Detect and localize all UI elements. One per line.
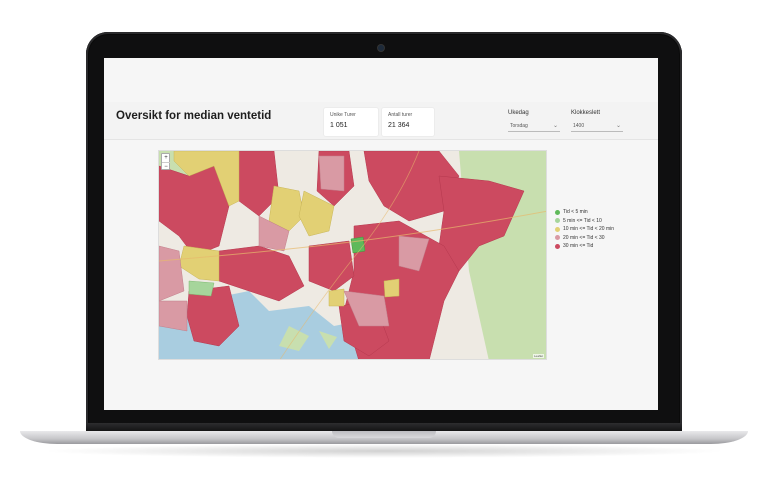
zoom-in-button[interactable]: +: [162, 154, 170, 162]
laptop-hinge: [86, 423, 682, 431]
legend-item: 10 min <= Tid < 20 min: [555, 225, 614, 234]
time-slicer-label: Klokkeslett: [571, 110, 601, 116]
weekday-slicer[interactable]: Torsdag ⌄: [508, 121, 560, 132]
region-10to20[interactable]: [328, 288, 345, 307]
weekday-slicer-label: Ukedag: [508, 110, 529, 116]
legend-label: 30 min <= Tid: [563, 243, 594, 250]
chevron-down-icon: ⌄: [615, 123, 621, 129]
laptop-shadow: [40, 444, 728, 458]
region-lt5[interactable]: [350, 236, 366, 254]
kpi-label: Unike Turer: [330, 112, 356, 118]
laptop-screen: Oversikt for median ventetid Unike Turer…: [104, 58, 658, 410]
choropleth-map[interactable]: + − Leaflet: [158, 150, 547, 360]
kpi-card-unique-trips: Unike Turer 1 051: [324, 108, 378, 136]
region-5to10[interactable]: [188, 280, 215, 297]
kpi-label: Antall turer: [388, 112, 413, 118]
kpi-value: 21 364: [388, 122, 410, 129]
map-svg: [159, 151, 546, 359]
legend-label: Tid < 5 min: [563, 209, 588, 216]
laptop-notch: [332, 431, 436, 438]
kpi-card-trip-count: Antall turer 21 364: [382, 108, 434, 136]
legend-label: 10 min <= Tid < 20 min: [563, 226, 615, 233]
region-20to30[interactable]: [318, 155, 345, 192]
legend-item: 5 min <= Tid < 10: [555, 217, 614, 226]
weekday-slicer-value: Torsdag: [510, 123, 528, 129]
legend-item: 20 min <= Tid < 30: [555, 234, 614, 243]
camera-icon: [378, 45, 384, 51]
time-slicer[interactable]: 1400 ⌄: [571, 121, 623, 132]
legend-item: 30 min <= Tid: [555, 242, 614, 251]
zoom-control: + −: [161, 153, 170, 170]
legend-swatch: [555, 218, 560, 224]
map-attribution[interactable]: Leaflet: [532, 354, 544, 358]
legend-label: 5 min <= Tid < 10: [563, 217, 602, 224]
legend-swatch: [555, 209, 560, 215]
chevron-down-icon: ⌄: [552, 123, 558, 129]
map-legend: Tid < 5 min 5 min <= Tid < 10 10 min <= …: [555, 208, 614, 251]
legend-label: 20 min <= Tid < 30: [563, 234, 605, 241]
legend-swatch: [555, 243, 560, 249]
region-20to30[interactable]: [159, 300, 188, 332]
legend-item: Tid < 5 min: [555, 208, 614, 217]
page-title: Oversikt for median ventetid: [116, 110, 272, 122]
time-slicer-value: 1400: [573, 123, 585, 129]
zoom-out-button[interactable]: −: [162, 162, 170, 170]
region-10to20[interactable]: [383, 278, 400, 298]
kpi-value: 1 051: [330, 122, 348, 129]
legend-swatch: [555, 235, 560, 241]
legend-swatch: [555, 226, 560, 232]
